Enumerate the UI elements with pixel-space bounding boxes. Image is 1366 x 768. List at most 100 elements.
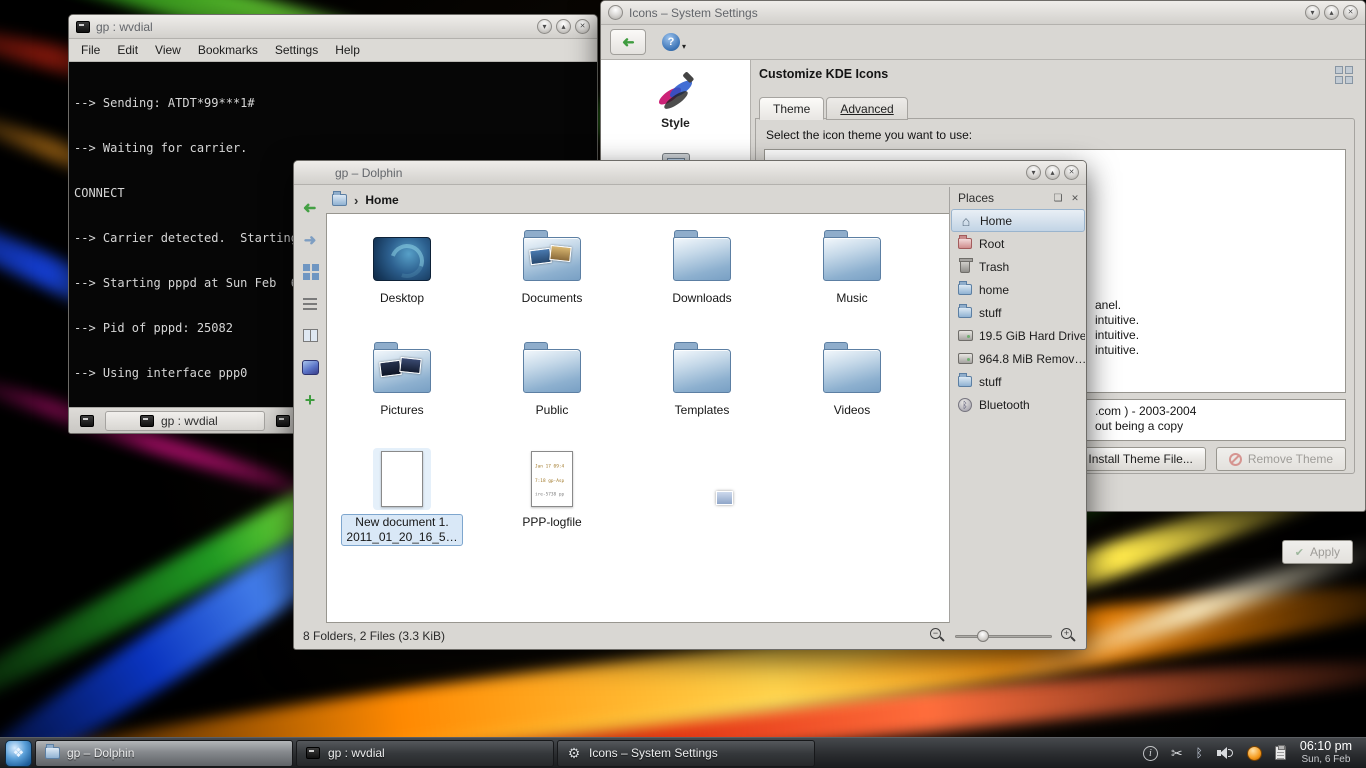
system-settings-titlebar[interactable]: Icons – System Settings xyxy=(601,1,1365,25)
close-panel-button[interactable] xyxy=(1068,191,1082,205)
icon-grid-widget[interactable] xyxy=(1335,66,1353,84)
undock-panel-button[interactable] xyxy=(1051,191,1065,205)
theme-list-text-fragment: intuitive. xyxy=(1095,328,1139,342)
dolphin-file-view[interactable]: Desktop Documents Downloads Music xyxy=(326,213,950,623)
places-item-removable-drive[interactable]: 964.8 MiB Remov… xyxy=(951,347,1085,370)
split-view-button[interactable] xyxy=(298,388,322,411)
folder-item-videos[interactable]: Videos xyxy=(777,330,927,442)
clipboard-icon[interactable] xyxy=(1275,746,1286,760)
dolphin-titlebar[interactable]: gp – Dolphin xyxy=(294,161,1086,185)
places-label: 964.8 MiB Remov… xyxy=(979,352,1085,366)
folder-item-documents[interactable]: Documents xyxy=(477,218,627,330)
menu-item-edit[interactable]: Edit xyxy=(117,43,138,57)
places-item-stuff[interactable]: stuff xyxy=(951,301,1085,324)
new-tab-button[interactable] xyxy=(75,411,99,431)
maximize-button[interactable] xyxy=(1324,5,1339,20)
terminal-task-icon xyxy=(305,745,321,761)
menu-item-bookmarks[interactable]: Bookmarks xyxy=(198,43,258,57)
install-theme-button[interactable]: Install Theme File... xyxy=(1075,447,1205,471)
file-item-ppp-logfile[interactable]: Jan 17 09:4 7:18 gp-Asp ire-5738 pp pd[1… xyxy=(477,442,627,554)
forward-button[interactable] xyxy=(298,228,322,251)
tab-list-icon xyxy=(276,415,290,427)
close-button[interactable] xyxy=(575,19,590,34)
clock[interactable]: 06:10 pm Sun, 6 Feb xyxy=(1298,740,1364,766)
new-tab-icon xyxy=(80,415,94,427)
close-button[interactable] xyxy=(1343,5,1358,20)
task-label: gp – Dolphin xyxy=(67,746,134,760)
file-item-new-document[interactable]: New document 1. 2011_01_20_16_5… xyxy=(327,442,477,554)
places-item-home[interactable]: Home xyxy=(951,209,1085,232)
remove-theme-label: Remove Theme xyxy=(1248,452,1333,466)
grid-square xyxy=(1335,66,1343,74)
zoom-out-icon[interactable] xyxy=(930,628,946,644)
bluetooth-tray-icon[interactable] xyxy=(1196,746,1203,760)
zoom-in-icon[interactable] xyxy=(1061,628,1077,644)
volume-icon[interactable] xyxy=(1216,745,1234,761)
menu-item-help[interactable]: Help xyxy=(335,43,360,57)
sidebar-item-style[interactable]: Style xyxy=(601,60,750,130)
details-view-button[interactable] xyxy=(298,292,322,315)
theme-list-text-fragment: intuitive. xyxy=(1095,313,1139,327)
zoom-slider-handle[interactable] xyxy=(977,630,989,642)
folder-item-pictures[interactable]: Pictures xyxy=(327,330,477,442)
maximize-button[interactable] xyxy=(1045,165,1060,180)
help-button[interactable]: ? ▾ xyxy=(662,33,686,51)
notifications-icon[interactable] xyxy=(1143,746,1158,761)
icons-view-button[interactable] xyxy=(298,260,322,283)
back-button[interactable] xyxy=(298,196,322,219)
tab-list-button[interactable] xyxy=(271,411,295,431)
places-panel: Places Home Root Trash home xyxy=(949,187,1086,623)
task-button-dolphin[interactable]: gp – Dolphin xyxy=(35,740,293,767)
tab-theme[interactable]: Theme xyxy=(759,97,824,120)
folder-item-public[interactable]: Public xyxy=(477,330,627,442)
style-icon xyxy=(654,69,698,113)
menu-item-settings[interactable]: Settings xyxy=(275,43,318,57)
minimize-button[interactable] xyxy=(1305,5,1320,20)
remove-theme-button[interactable]: Remove Theme xyxy=(1216,447,1346,471)
task-button-terminal[interactable]: gp : wvdial xyxy=(296,740,554,767)
menu-item-view[interactable]: View xyxy=(155,43,181,57)
tab-advanced[interactable]: Advanced xyxy=(826,97,907,120)
launcher-icon[interactable] xyxy=(5,740,32,767)
menu-item-file[interactable]: File xyxy=(81,43,100,57)
pictures-folder-icon xyxy=(373,336,431,398)
folder-item-music[interactable]: Music xyxy=(777,218,927,330)
folder-item-templates[interactable]: Templates xyxy=(627,330,777,442)
breadcrumb-home[interactable]: Home xyxy=(365,193,398,207)
item-label: PPP-logfile xyxy=(522,515,581,530)
zoom-controls xyxy=(930,628,1077,644)
apply-button[interactable]: Apply xyxy=(1282,540,1353,564)
back-button[interactable] xyxy=(610,29,646,55)
minimize-button[interactable] xyxy=(1026,165,1041,180)
theme-description-fragment: .com ) - 2003-2004 xyxy=(1095,404,1196,418)
zoom-slider-track[interactable] xyxy=(955,635,1052,638)
close-button[interactable] xyxy=(1064,165,1079,180)
places-item-bluetooth[interactable]: Bluetooth xyxy=(951,393,1085,416)
page-title: Customize KDE Icons xyxy=(759,67,888,81)
preview-button[interactable] xyxy=(298,356,322,379)
places-item-home-folder[interactable]: home xyxy=(951,278,1085,301)
folder-item-downloads[interactable]: Downloads xyxy=(627,218,777,330)
places-item-stuff-2[interactable]: stuff xyxy=(951,370,1085,393)
window-menu-button[interactable] xyxy=(608,5,623,20)
folder-item-desktop[interactable]: Desktop xyxy=(327,218,477,330)
columns-view-button[interactable] xyxy=(298,324,322,347)
item-label: Desktop xyxy=(380,291,424,306)
klipper-scissors-icon[interactable] xyxy=(1171,745,1183,762)
task-button-system-settings[interactable]: Icons – System Settings xyxy=(557,740,815,767)
places-item-hard-drive[interactable]: 19.5 GiB Hard Drive xyxy=(951,324,1085,347)
zoom-slider[interactable] xyxy=(955,629,1052,643)
terminal-tab[interactable]: gp : wvdial xyxy=(105,411,265,431)
network-tray-icon[interactable] xyxy=(1247,746,1262,761)
maximize-button[interactable] xyxy=(556,19,571,34)
root-folder-icon xyxy=(957,236,973,252)
places-label: Trash xyxy=(979,260,1009,274)
item-label-line2: 2011_01_20_16_5… xyxy=(346,530,457,545)
places-item-trash[interactable]: Trash xyxy=(951,255,1085,278)
terminal-window-icon xyxy=(76,21,90,33)
terminal-titlebar[interactable]: gp : wvdial xyxy=(69,15,597,39)
minimize-button[interactable] xyxy=(537,19,552,34)
places-item-root[interactable]: Root xyxy=(951,232,1085,255)
task-label: gp : wvdial xyxy=(328,746,385,760)
breadcrumb-root-icon[interactable] xyxy=(332,194,347,206)
